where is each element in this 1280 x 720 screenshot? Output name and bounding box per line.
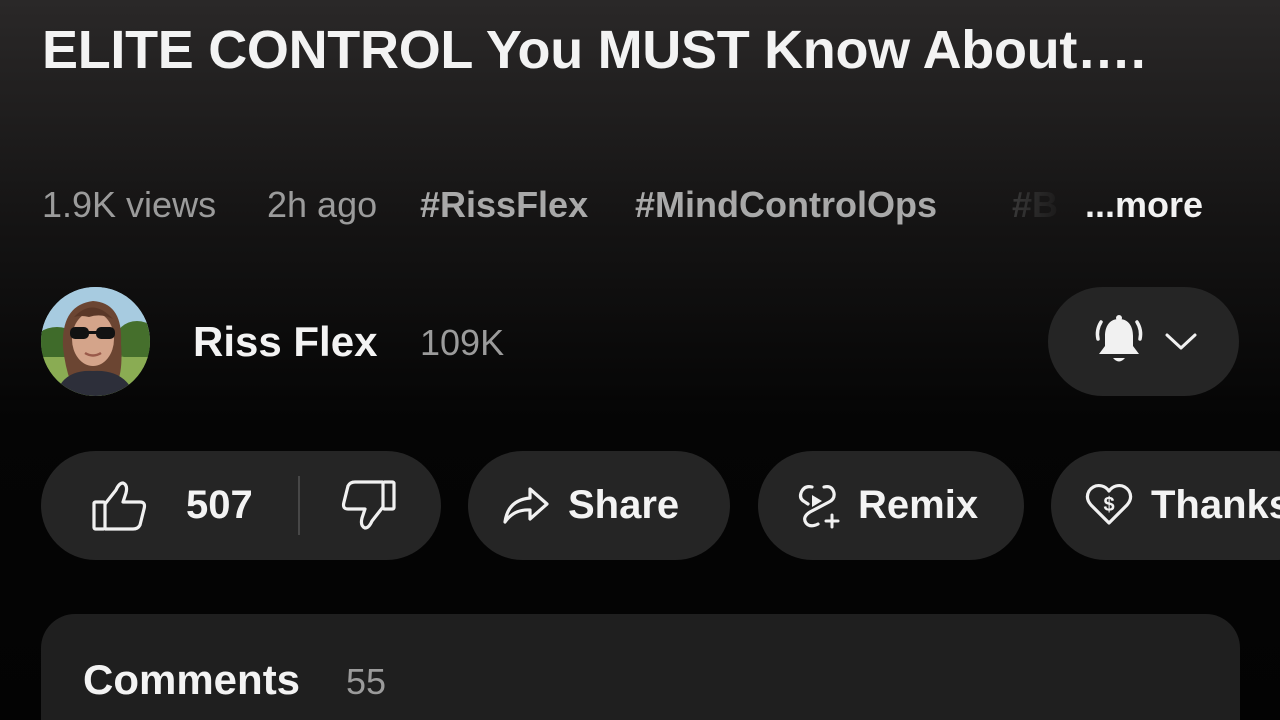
hashtag-rissflex[interactable]: #RissFlex — [420, 180, 588, 230]
comments-count: 55 — [346, 661, 387, 702]
comments-section[interactable]: Comments 55 — [41, 614, 1240, 720]
remix-label: Remix — [858, 483, 979, 527]
share-label: Share — [568, 483, 680, 527]
thumbs-down-icon — [341, 480, 396, 530]
thanks-button[interactable]: $ Thanks — [1051, 451, 1280, 560]
svg-text:$: $ — [1103, 494, 1114, 516]
like-divider — [298, 476, 300, 535]
more-link[interactable]: ...more — [1085, 180, 1203, 230]
channel-avatar[interactable] — [41, 287, 150, 396]
chevron-down-icon — [1165, 333, 1197, 350]
hashtag-mindcontrolops[interactable]: #MindControlOps — [635, 180, 937, 230]
like-count: 507 — [186, 483, 253, 527]
dislike-button[interactable] — [339, 479, 397, 531]
view-count: 1.9K views — [42, 184, 217, 225]
thumbs-up-icon — [92, 481, 147, 531]
thanks-label: Thanks — [1151, 483, 1280, 527]
like-button[interactable] — [91, 480, 149, 532]
thanks-icon: $ — [1085, 483, 1133, 525]
remix-icon — [798, 485, 840, 529]
like-dislike-group: 507 — [41, 451, 441, 560]
bell-icon — [1095, 315, 1143, 362]
channel-name[interactable]: Riss Flex — [193, 317, 377, 367]
video-metadata-row[interactable]: 1.9K views 2h ago #RissFlex #MindControl… — [42, 180, 1242, 230]
avatar-photo — [41, 287, 150, 396]
share-icon — [503, 487, 549, 524]
comments-title: Comments — [83, 656, 301, 703]
notification-settings-button[interactable] — [1048, 287, 1239, 396]
subscriber-count: 109K — [420, 322, 505, 363]
hashtag-truncated[interactable]: #B — [1012, 180, 1068, 230]
remix-button[interactable]: Remix — [758, 451, 1024, 560]
video-details-panel: ELITE CONTROL You MUST Know About…. 1.9K… — [0, 0, 1280, 720]
video-title[interactable]: ELITE CONTROL You MUST Know About…. — [42, 14, 1202, 87]
upload-age: 2h ago — [267, 184, 378, 225]
share-button[interactable]: Share — [468, 451, 730, 560]
